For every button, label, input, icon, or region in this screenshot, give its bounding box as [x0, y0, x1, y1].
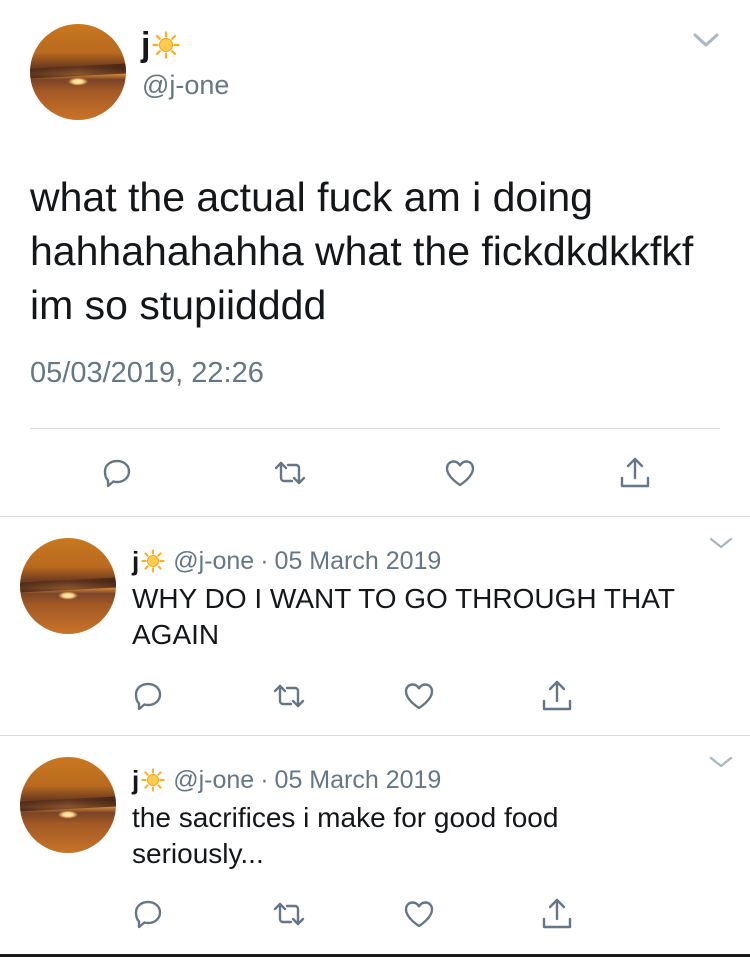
- like-button[interactable]: [402, 679, 436, 713]
- handle[interactable]: @j-one: [173, 546, 254, 576]
- like-button[interactable]: [402, 897, 436, 931]
- chevron-down-icon[interactable]: [708, 752, 734, 772]
- retweet-icon: [273, 902, 305, 926]
- divider: [0, 516, 750, 517]
- sun-icon: [141, 768, 165, 792]
- avatar[interactable]: [30, 24, 126, 120]
- reply-button[interactable]: [131, 679, 165, 713]
- retweet-button[interactable]: [272, 679, 306, 713]
- reply-button[interactable]: [100, 456, 134, 490]
- heart-icon: [445, 460, 475, 487]
- reply-icon: [134, 682, 162, 711]
- retweet-button[interactable]: [273, 456, 307, 490]
- separator: ·: [260, 766, 269, 794]
- display-name-text: j: [141, 26, 151, 64]
- sun-icon: [152, 31, 181, 59]
- heart-icon: [404, 901, 434, 928]
- avatar[interactable]: [20, 538, 116, 634]
- separator: ·: [260, 547, 269, 575]
- display-name[interactable]: j: [132, 765, 139, 795]
- display-name[interactable]: j: [132, 546, 139, 576]
- chevron-down-icon[interactable]: [690, 24, 722, 56]
- chevron-down-icon[interactable]: [708, 533, 734, 553]
- reply-icon: [103, 459, 131, 488]
- tweet-text: the sacrifices i make for good food seri…: [132, 802, 559, 869]
- handle[interactable]: @j-one: [142, 70, 229, 101]
- share-icon: [620, 457, 650, 488]
- share-icon: [542, 898, 572, 929]
- timestamp[interactable]: 05/03/2019, 22:26: [30, 357, 264, 390]
- retweet-icon: [273, 684, 305, 708]
- share-button[interactable]: [618, 456, 652, 490]
- reply-icon: [134, 900, 162, 929]
- avatar[interactable]: [20, 757, 116, 853]
- reply-button[interactable]: [131, 897, 165, 931]
- reply-header: j @j-one · 05 March 2019: [132, 765, 441, 795]
- tweet-date[interactable]: 05 March 2019: [275, 546, 442, 576]
- share-icon: [542, 680, 572, 711]
- retweet-button[interactable]: [272, 897, 306, 931]
- sun-icon: [141, 549, 165, 573]
- tweet-text: what the actual fuck am i doing hahhahah…: [30, 174, 694, 328]
- divider: [30, 428, 720, 429]
- heart-icon: [404, 683, 434, 710]
- tweet-date[interactable]: 05 March 2019: [275, 765, 442, 795]
- reply-header: j @j-one · 05 March 2019: [132, 546, 441, 576]
- retweet-icon: [274, 461, 306, 485]
- share-button[interactable]: [540, 897, 574, 931]
- share-button[interactable]: [540, 679, 574, 713]
- handle[interactable]: @j-one: [173, 765, 254, 795]
- display-name[interactable]: j: [141, 26, 181, 64]
- divider: [0, 735, 750, 736]
- like-button[interactable]: [443, 456, 477, 490]
- tweet-text: WHY DO I WANT TO GO THROUGH THAT AGAIN: [132, 583, 675, 650]
